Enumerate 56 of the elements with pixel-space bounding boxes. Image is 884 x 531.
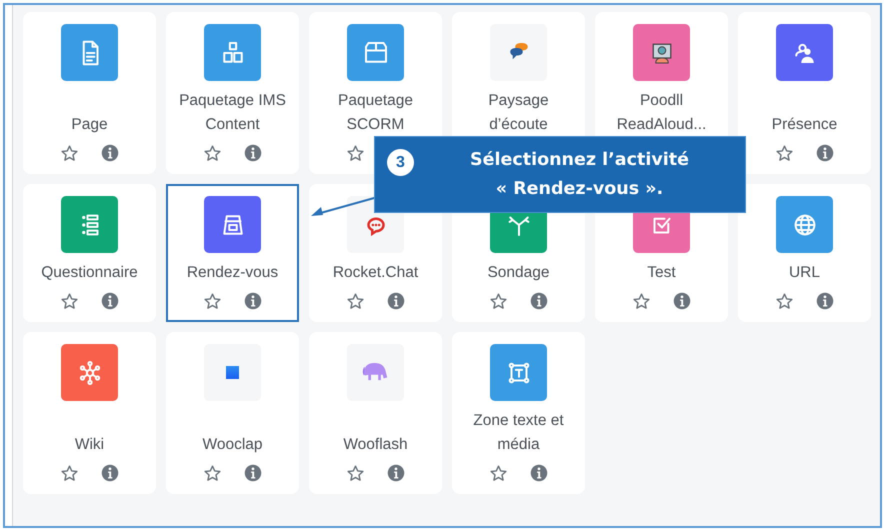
info-icon[interactable] [387, 464, 405, 482]
star-icon[interactable] [775, 144, 794, 163]
star-icon[interactable] [203, 144, 222, 163]
activity-name: URL [788, 263, 821, 283]
activity-name: Wiki [74, 435, 106, 455]
info-icon[interactable] [816, 292, 834, 310]
logo-icon [226, 366, 239, 379]
star-icon[interactable] [346, 292, 365, 311]
info-icon[interactable] [101, 292, 119, 310]
activity-name: Paysage d’écoute [487, 91, 550, 135]
elephant-icon [362, 362, 389, 383]
activity-name: Test [646, 263, 677, 283]
activity-card[interactable]: Paquetage IMS Content [166, 12, 299, 174]
info-icon[interactable] [244, 292, 262, 310]
star-icon[interactable] [346, 464, 365, 483]
info-icon[interactable] [530, 464, 548, 482]
activity-card[interactable]: Présence [738, 12, 871, 174]
activity-name: Paquetage SCORM [337, 91, 414, 135]
activity-name: Rocket.Chat [332, 263, 420, 283]
step-number: 3 [387, 149, 414, 176]
activity-name: Poodll ReadAloud... [616, 91, 708, 135]
activity-name: Wooclap [201, 435, 264, 455]
activity-card[interactable]: Wooclap [166, 332, 299, 494]
activity-name: Sondage [486, 263, 551, 283]
activity-card[interactable]: Questionnaire [23, 184, 156, 322]
activity-name: Wooflash [342, 435, 409, 455]
info-icon[interactable] [530, 292, 548, 310]
info-icon[interactable] [387, 292, 405, 310]
activity-card[interactable]: URL [738, 184, 871, 322]
activity-card[interactable]: Wiki [23, 332, 156, 494]
activity-name: Questionnaire [40, 263, 139, 283]
activity-card[interactable]: Rendez-vous [166, 184, 299, 322]
activity-name: Paquetage IMS Content [178, 91, 287, 135]
activity-card[interactable]: Wooflash [309, 332, 442, 494]
star-icon[interactable] [632, 292, 651, 311]
info-icon[interactable] [816, 144, 834, 162]
star-icon[interactable] [60, 292, 79, 311]
activity-name: Présence [770, 115, 838, 135]
info-icon[interactable] [244, 464, 262, 482]
activity-name: Rendez-vous [186, 263, 280, 283]
info-icon[interactable] [101, 144, 119, 162]
activity-name: Zone texte et média [472, 411, 565, 455]
star-icon[interactable] [203, 464, 222, 483]
star-icon[interactable] [775, 292, 794, 311]
activity-card[interactable]: Page [23, 12, 156, 174]
star-icon[interactable] [60, 464, 79, 483]
info-icon[interactable] [673, 292, 691, 310]
star-icon[interactable] [489, 464, 508, 483]
star-icon[interactable] [346, 144, 365, 163]
activity-card[interactable]: Zone texte et média [452, 332, 585, 494]
activity-name: Page [70, 115, 109, 135]
info-icon[interactable] [244, 144, 262, 162]
star-icon[interactable] [489, 292, 508, 311]
info-icon[interactable] [101, 464, 119, 482]
star-icon[interactable] [203, 292, 222, 311]
star-icon[interactable] [60, 144, 79, 163]
